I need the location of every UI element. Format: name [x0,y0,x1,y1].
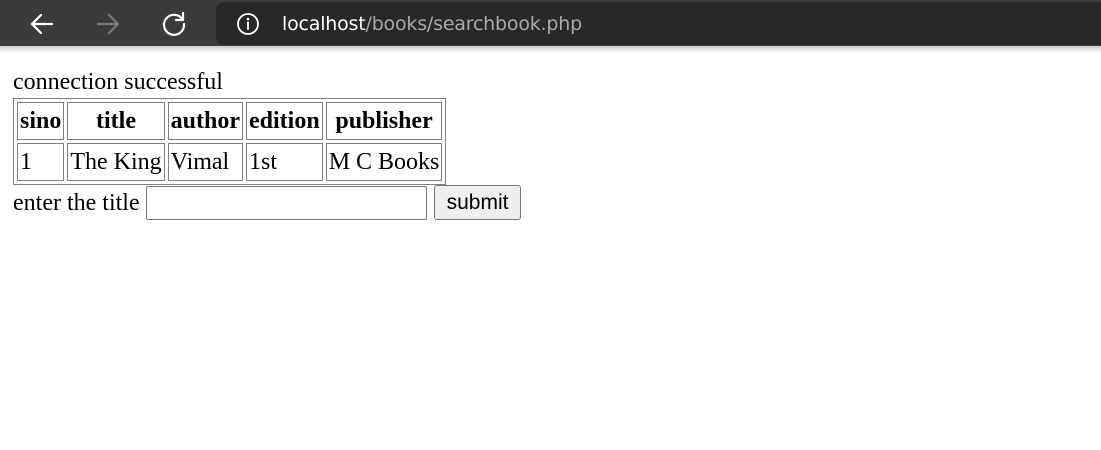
url-text[interactable]: localhost/books/searchbook.php [282,12,582,36]
header-sino: sino [17,102,65,140]
header-author: author [167,102,244,140]
page-content: connection successful sino title author … [13,66,522,220]
reload-button[interactable] [154,4,194,44]
table-row: 1 The King Vimal 1st M C Books [17,143,443,181]
cell-author: Vimal [167,143,244,181]
header-edition: edition [246,102,323,140]
search-form: enter the title submit [13,185,522,220]
table-header-row: sino title author edition publisher [17,102,443,140]
address-bar[interactable]: localhost/books/searchbook.php [216,2,1101,45]
url-host: localhost [282,13,366,35]
cell-sino: 1 [17,143,65,181]
reload-icon [162,11,186,36]
search-label: enter the title [13,189,140,216]
arrow-left-icon [30,13,54,35]
cell-edition: 1st [246,143,323,181]
submit-button[interactable]: submit [433,185,522,220]
back-button[interactable] [22,4,62,44]
arrow-right-icon [96,13,120,35]
cell-publisher: M C Books [325,143,443,181]
toolbar-shadow [0,46,1101,54]
url-path: /books/searchbook.php [365,13,583,35]
books-table: sino title author edition publisher 1 Th… [13,98,447,185]
title-input[interactable] [145,185,427,220]
header-publisher: publisher [325,102,443,140]
forward-button[interactable] [88,4,128,44]
header-title: title [67,102,165,140]
connection-status: connection successful [13,69,223,95]
info-icon[interactable] [236,12,260,36]
browser-toolbar: localhost/books/searchbook.php [0,0,1101,46]
cell-title: The King [67,143,165,181]
